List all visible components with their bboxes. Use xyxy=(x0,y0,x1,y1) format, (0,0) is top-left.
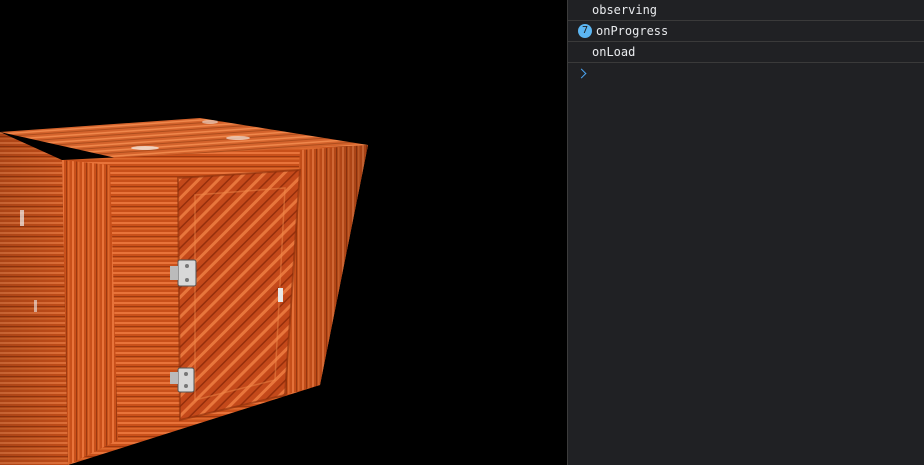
console-message-text: onProgress xyxy=(596,24,669,38)
console-message-text: observing xyxy=(592,3,658,17)
app-window: observing 7 onProgress onLoad xyxy=(0,0,924,465)
3d-canvas[interactable] xyxy=(0,0,567,465)
console-message[interactable]: 7 onProgress xyxy=(568,21,924,42)
chevron-right-icon xyxy=(576,68,587,79)
console-prompt[interactable] xyxy=(568,63,924,83)
console-message[interactable]: observing xyxy=(568,0,924,21)
devtools-console: observing 7 onProgress onLoad xyxy=(567,0,924,465)
console-message[interactable]: onLoad xyxy=(568,42,924,63)
crate-render xyxy=(0,118,368,465)
repeat-count-badge: 7 xyxy=(578,23,592,38)
console-message-text: onLoad xyxy=(592,45,636,59)
